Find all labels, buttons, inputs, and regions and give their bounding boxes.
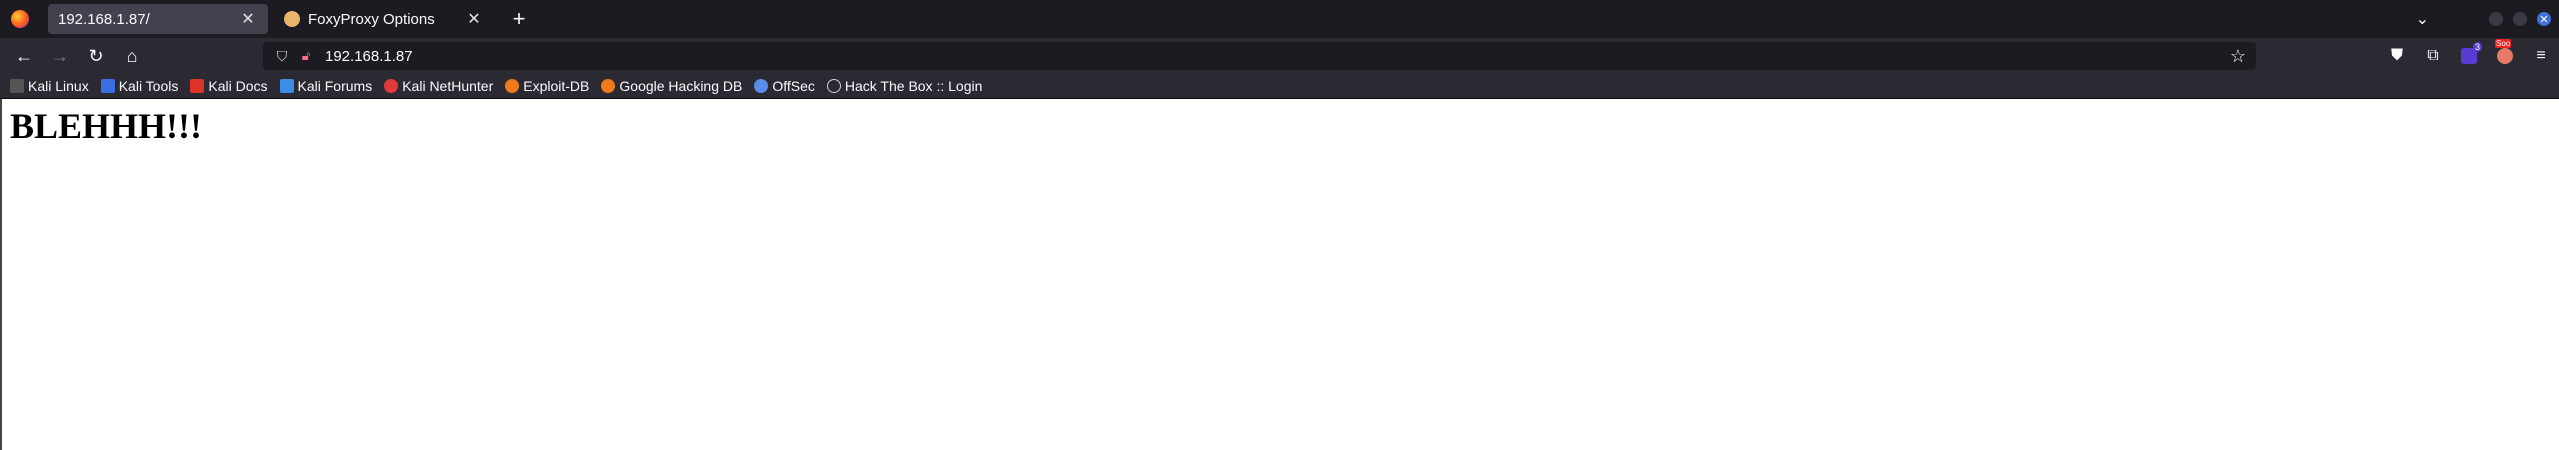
bookmark-label: Kali Linux <box>28 78 89 94</box>
bookmark-label: Kali Forums <box>297 78 373 94</box>
exploit-db-icon <box>505 79 520 93</box>
list-all-tabs-icon[interactable]: ⌄ <box>2416 9 2429 29</box>
hamburger-menu-icon[interactable]: ≡ <box>2523 41 2559 71</box>
bookmark-label: Exploit-DB <box>523 78 590 94</box>
shield-icon[interactable]: ⛉ <box>273 48 291 65</box>
bookmark-exploit-db[interactable]: Exploit-DB <box>505 78 589 94</box>
tab-active[interactable]: 192.168.1.87/ ✕ <box>48 4 268 34</box>
kali-forums-icon <box>279 79 294 93</box>
pocket-icon[interactable]: ⛊ <box>2379 41 2415 71</box>
bookmarks-toolbar: Kali Linux Kali Tools Kali Docs Kali For… <box>0 74 2559 99</box>
ghdb-icon <box>601 79 616 93</box>
bookmark-kali-forums[interactable]: Kali Forums <box>279 78 373 94</box>
bookmark-label: Hack The Box :: Login <box>844 78 983 94</box>
bookmark-label: Kali Tools <box>118 78 179 94</box>
profile-extension-icon[interactable] <box>2487 39 2523 71</box>
kali-dragon-icon <box>10 79 24 93</box>
reload-icon[interactable]: ↻ <box>78 41 114 71</box>
globe-icon <box>826 79 841 93</box>
page-heading: BLEHHH!!! <box>10 106 203 146</box>
minimize-button[interactable] <box>2489 12 2503 26</box>
bookmark-offsec[interactable]: OffSec <box>754 78 815 94</box>
navigation-toolbar: ← → ↻ ⌂ ⛉ 🔓︎ 192.168.1.87 ☆ ⛊ ⧉ ≡ <box>0 38 2559 74</box>
url-text[interactable]: 192.168.1.87 <box>325 48 413 65</box>
close-tab-icon[interactable]: ✕ <box>238 9 258 29</box>
close-tab-icon[interactable]: ✕ <box>464 9 484 29</box>
tab-bar: 192.168.1.87/ ✕ FoxyProxy Options ✕ + ⌄ … <box>0 0 2559 38</box>
bookmark-hack-the-box[interactable]: Hack The Box :: Login <box>826 78 983 94</box>
new-tab-icon[interactable]: + <box>504 6 534 32</box>
firefox-menu-icon[interactable] <box>0 0 40 38</box>
nethunter-icon <box>384 79 399 93</box>
bookmark-google-hacking-db[interactable]: Google Hacking DB <box>601 78 742 94</box>
back-icon[interactable]: ← <box>6 41 42 71</box>
bookmark-kali-nethunter[interactable]: Kali NetHunter <box>384 78 493 94</box>
kali-docs-icon <box>190 79 205 93</box>
bookmark-kali-docs[interactable]: Kali Docs <box>190 78 268 94</box>
tab-title: FoxyProxy Options <box>308 10 435 28</box>
kali-tools-icon <box>100 79 115 93</box>
home-icon[interactable]: ⌂ <box>114 41 150 71</box>
bookmark-star-icon[interactable]: ☆ <box>2230 46 2246 67</box>
bookmark-label: OffSec <box>772 78 815 94</box>
foxyproxy-icon <box>284 11 300 27</box>
bookmark-kali-linux[interactable]: Kali Linux <box>10 78 89 94</box>
extensions-icon[interactable]: ⧉ <box>2415 41 2451 71</box>
offsec-icon <box>754 79 769 93</box>
bookmark-label: Kali Docs <box>208 78 268 94</box>
forward-icon[interactable]: → <box>42 41 78 71</box>
url-bar[interactable]: ⛉ 🔓︎ 192.168.1.87 ☆ <box>263 42 2256 70</box>
tab-title: 192.168.1.87/ <box>58 10 150 28</box>
close-window-button[interactable]: ✕ <box>2537 12 2551 26</box>
tab-foxyproxy[interactable]: FoxyProxy Options ✕ <box>274 4 494 34</box>
bookmark-label: Google Hacking DB <box>619 78 743 94</box>
maximize-button[interactable] <box>2513 12 2527 26</box>
bookmark-kali-tools[interactable]: Kali Tools <box>100 78 179 94</box>
insecure-lock-icon[interactable]: 🔓︎ <box>297 48 315 64</box>
page-content: BLEHHH!!! <box>0 99 2559 450</box>
extension-badge-icon[interactable] <box>2451 41 2487 71</box>
bookmark-label: Kali NetHunter <box>402 78 494 94</box>
